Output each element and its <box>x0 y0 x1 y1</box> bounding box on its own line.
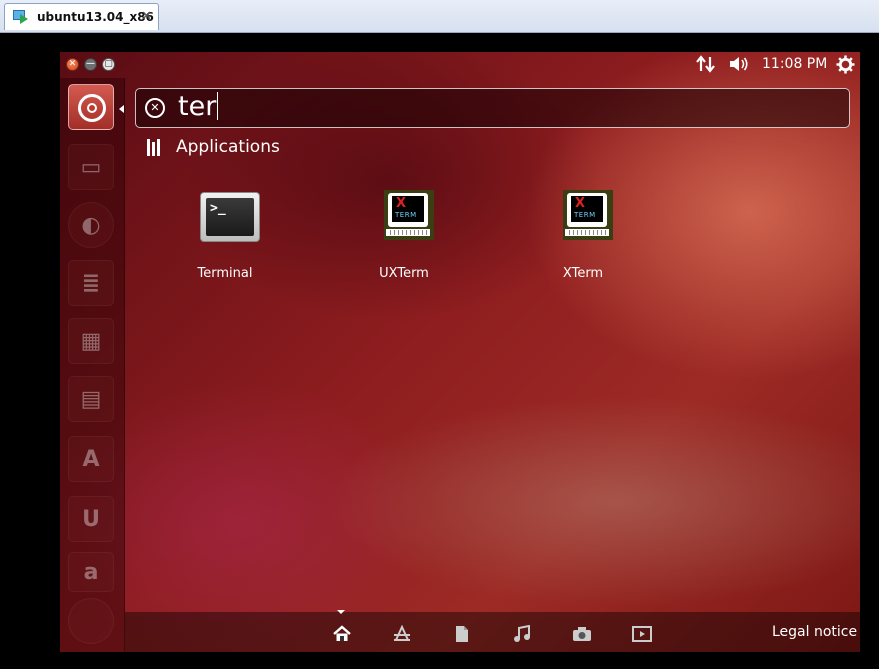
applications-category-icon <box>147 139 163 156</box>
ubuntu-one-icon[interactable]: U <box>68 496 114 542</box>
uxterm-icon: X TERM <box>384 190 434 240</box>
panel-clock[interactable]: 11:08 PM <box>762 56 827 72</box>
terminal-icon: >_ <box>200 192 260 242</box>
clear-search-icon[interactable]: ✕ <box>145 98 165 118</box>
close-window-button[interactable]: ✕ <box>66 58 79 71</box>
session-gear-icon[interactable] <box>836 55 855 78</box>
active-lens-marker <box>337 610 345 614</box>
top-panel: ✕ — ▢ 11:08 PM <box>60 52 860 78</box>
amazon-icon[interactable]: a <box>68 552 114 592</box>
close-tab-icon[interactable]: ✕ <box>141 9 152 24</box>
result-label: XTerm <box>562 266 604 281</box>
text-cursor <box>217 92 219 120</box>
xterm-icon: X TERM <box>563 190 613 240</box>
dash-home-icon[interactable] <box>68 84 114 130</box>
result-label: UXTerm <box>379 266 429 281</box>
result-label: Terminal <box>197 266 253 281</box>
search-input[interactable]: ter <box>178 91 219 122</box>
files-icon[interactable]: ▭ <box>68 144 114 190</box>
software-center-icon[interactable]: A <box>68 436 114 482</box>
result-terminal[interactable]: >_ Terminal <box>150 188 300 288</box>
writer-icon[interactable]: ≣ <box>68 260 114 306</box>
network-icon[interactable] <box>696 55 716 77</box>
vm-tab[interactable]: ubuntu13.04_x86 ✕ <box>4 3 159 30</box>
files-lens-icon[interactable] <box>451 624 473 644</box>
lens-bar <box>125 612 860 652</box>
music-lens-icon[interactable] <box>511 624 533 644</box>
impress-icon[interactable]: ▤ <box>68 376 114 422</box>
legal-notice-link[interactable]: Legal notice <box>772 624 857 640</box>
ubuntu-desktop: ✕ — ▢ 11:08 PM ▭ ◐ ≣ ▦ ▤ A U a ✕ ter App… <box>60 52 860 652</box>
photos-lens-icon[interactable] <box>571 624 593 644</box>
maximize-window-button[interactable]: ▢ <box>102 58 115 71</box>
volume-icon[interactable] <box>728 55 750 77</box>
active-indicator <box>119 105 124 113</box>
search-query: ter <box>178 91 217 122</box>
calc-icon[interactable]: ▦ <box>68 318 114 364</box>
category-title[interactable]: Applications <box>176 137 280 157</box>
video-lens-icon[interactable] <box>631 624 653 644</box>
home-lens-icon[interactable] <box>331 624 353 644</box>
firefox-icon[interactable]: ◐ <box>68 202 114 248</box>
launcher: ▭ ◐ ≣ ▦ ▤ A U a <box>60 78 125 652</box>
result-xterm[interactable]: X TERM XTerm <box>508 188 658 288</box>
host-tab-bar: ubuntu13.04_x86 ✕ <box>0 0 879 33</box>
minimize-window-button[interactable]: — <box>84 58 97 71</box>
trash-icon[interactable] <box>68 598 114 644</box>
result-uxterm[interactable]: X TERM UXTerm <box>329 188 479 288</box>
applications-lens-icon[interactable] <box>391 624 413 644</box>
dash-search-bar[interactable]: ✕ ter <box>135 88 850 128</box>
vm-running-icon <box>13 10 29 24</box>
vm-tab-label: ubuntu13.04_x86 <box>37 10 154 24</box>
